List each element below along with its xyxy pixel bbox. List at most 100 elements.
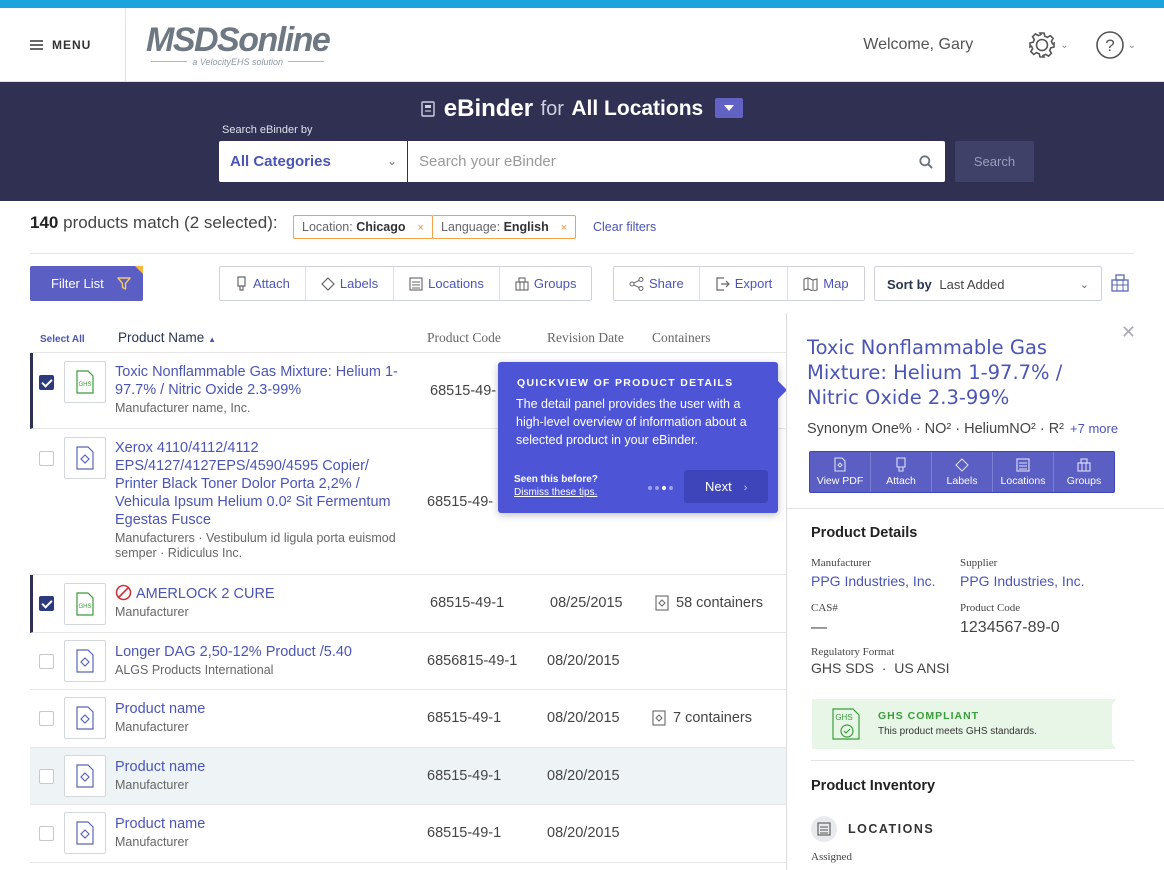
row-checkbox[interactable] [39,654,54,669]
hamburger-icon [30,38,43,52]
attach-button[interactable]: Attach [871,452,932,492]
search-input[interactable]: Search your eBinder [408,141,945,182]
synonyms: Synonym One% · NO² · HeliumNO² · R² +7 mo… [807,421,1119,437]
manufacturer-link[interactable]: PPG Industries, Inc. [811,573,936,589]
groups-icon [515,276,529,291]
filter-icon [117,277,131,290]
labels-button[interactable]: Labels [932,452,993,492]
export-icon [716,276,730,291]
groups-button[interactable]: Groups [500,267,592,300]
ghs-compliant-text: This product meets GHS standards. [878,726,1037,737]
tooltip-progress-dots [648,486,676,490]
table-row[interactable]: Product name Manufacturer 68515-49-1 08/… [30,748,787,805]
product-code: 68515-49-1 [430,595,505,611]
product-code: 68515-49- [427,494,494,510]
export-button[interactable]: Export [700,267,789,300]
divider [30,253,1134,254]
ghs-document-icon: GHS [64,361,106,403]
settings-menu[interactable]: ⌄ [1027,30,1069,60]
category-select[interactable]: All Categories ⌄ [219,141,407,182]
document-icon [64,697,106,739]
chevron-down-icon: ⌄ [1127,39,1136,51]
sort-select[interactable]: Sort by Last Added ⌄ [874,266,1102,301]
binder-icon [421,101,436,117]
search-icon[interactable] [919,155,933,169]
close-icon[interactable]: × [418,222,424,234]
building-icon[interactable] [1111,274,1129,292]
share-icon [629,276,644,291]
logo[interactable]: MSDSonline a VelocityEHS solution [146,23,331,67]
share-button[interactable]: Share [614,267,700,300]
row-checkbox[interactable] [39,711,54,726]
product-name-link[interactable]: Product name [115,700,205,718]
manufacturer: Manufacturer [115,605,189,619]
table-row[interactable]: GHS AMERLOCK 2 CURE Manufacturer 68515-4… [30,575,787,633]
row-checkbox[interactable] [39,451,54,466]
document-icon [64,812,106,854]
next-button[interactable]: Next › [684,470,768,503]
manufacturer: Manufacturers · Vestibulum id ligula por… [115,531,396,560]
column-header-code[interactable]: Product Code [427,330,501,346]
locations-button[interactable]: Locations [993,452,1054,492]
panel-title: Toxic Nonflammable Gas Mixture: Helium 1… [807,336,1063,409]
chevron-down-icon: ⌄ [386,154,397,168]
map-button[interactable]: Map [788,267,863,300]
svg-text:GHS: GHS [78,604,91,610]
column-header-date[interactable]: Revision Date [547,330,624,346]
labels-button[interactable]: Labels [306,267,395,300]
manufacturer: Manufacturer [115,835,189,849]
location-dropdown-button[interactable] [714,98,743,118]
more-synonyms-link[interactable]: +7 more [1070,421,1118,436]
containers: 7 containers [652,710,752,726]
view-pdf-button[interactable]: View PDF [810,452,871,492]
ebinder-title: eBinder for All Locations [0,95,1164,123]
select-all-link[interactable]: Select All [40,334,85,345]
manufacturer-label: Manufacturer [811,557,871,569]
groups-button[interactable]: Groups [1054,452,1114,492]
document-icon [64,640,106,682]
map-icon [803,276,818,291]
close-icon[interactable]: ✕ [1121,322,1136,343]
menu-button[interactable]: MENU [0,8,126,81]
dismiss-tips-link[interactable]: Dismiss these tips. [514,487,597,498]
panel-action-bar: View PDF Attach Labels Locations Groups [809,451,1115,493]
table-row[interactable]: Product name Manufacturer 68515-49-1 08/… [30,690,787,748]
table-row[interactable]: Longer DAG 2,50-12% Product /5.40 ALGS P… [30,633,787,690]
product-name-link[interactable]: Product name [115,758,205,776]
row-checkbox[interactable] [39,826,54,841]
product-name-link[interactable]: Xerox 4110/4112/4112 EPS/4127/4127EPS/45… [115,439,405,529]
container-icon [652,710,666,726]
search-label: Search eBinder by [222,124,313,136]
prohibited-icon [115,584,132,601]
filter-chip-language[interactable]: Language: English × [432,215,577,239]
product-name-link[interactable]: Longer DAG 2,50-12% Product /5.40 [115,643,352,661]
locations-button[interactable]: Locations [394,267,500,300]
product-name-link[interactable]: Toxic Nonflammable Gas Mixture: Helium 1… [115,363,405,399]
welcome-text: Welcome, Gary [863,36,974,53]
column-header-name[interactable]: Product Name ▲ [118,330,216,345]
containers: 58 containers [655,595,763,611]
row-checkbox[interactable] [39,769,54,784]
product-name-link[interactable]: AMERLOCK 2 CURE [115,584,275,603]
row-checkbox[interactable] [39,596,54,611]
manufacturer: Manufacturer name, Inc. [115,401,251,415]
table-row[interactable]: Product name Manufacturer 68515-49-1 08/… [30,805,787,863]
attach-button[interactable]: Attach [220,267,306,300]
clear-filters-link[interactable]: Clear filters [593,220,656,234]
product-name-link[interactable]: Product name [115,815,205,833]
column-header-containers[interactable]: Containers [652,330,711,346]
filter-list-button[interactable]: Filter List [30,266,143,301]
supplier-link[interactable]: PPG Industries, Inc. [960,573,1085,589]
quickview-tooltip: QUICKVIEW OF PRODUCT DETAILS The detail … [498,362,787,513]
results-count: 140 products match (2 selected): [30,213,278,232]
svg-text:?: ? [1105,36,1114,55]
menu-label: MENU [52,37,92,52]
banner-notch [1100,699,1116,749]
search-button[interactable]: Search [955,141,1034,182]
divider [787,508,1164,509]
help-menu[interactable]: ? ⌄ [1095,30,1136,60]
groups-icon [1077,457,1091,472]
filter-chip-location[interactable]: Location: Chicago × [293,215,433,239]
row-checkbox[interactable] [39,375,54,390]
close-icon[interactable]: × [561,222,567,234]
